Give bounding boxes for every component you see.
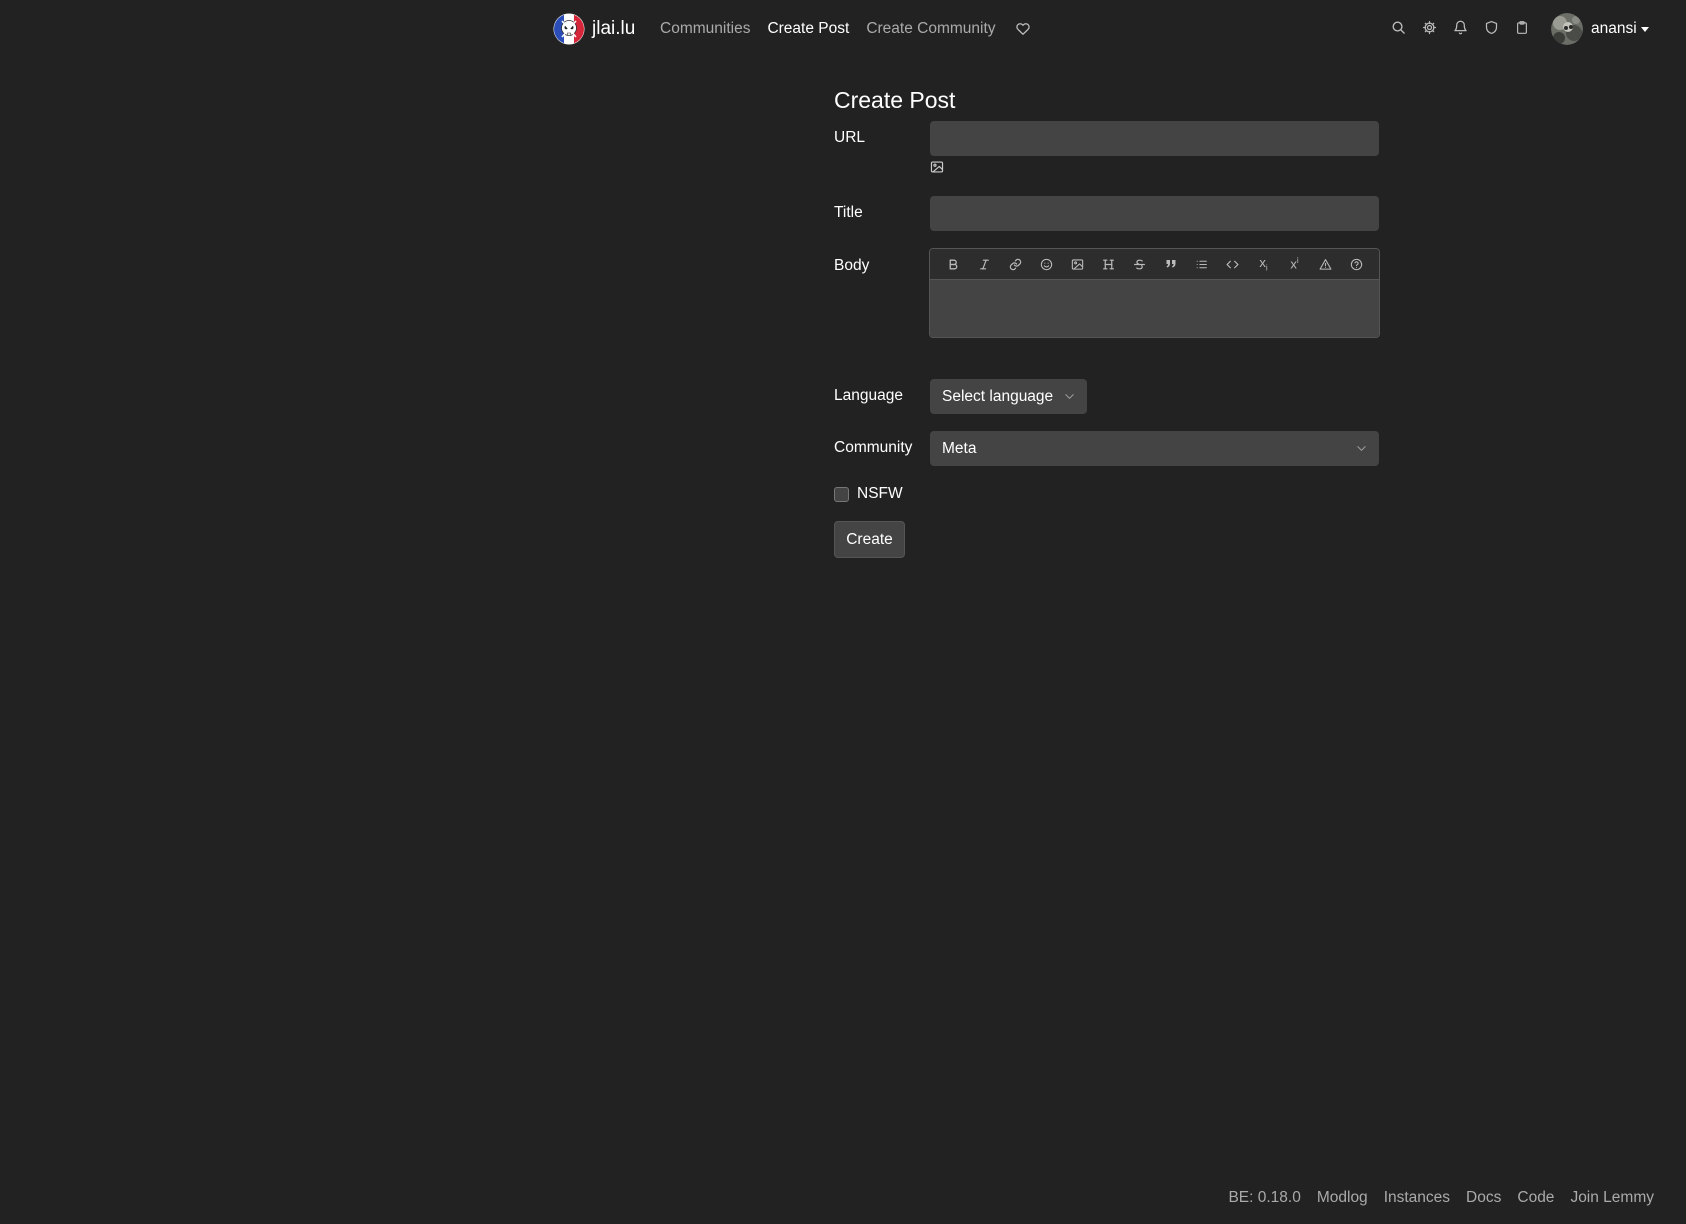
list-icon xyxy=(1196,260,1207,268)
user-menu-dropdown[interactable]: anansi xyxy=(1551,13,1649,45)
subscript-icon: xi xyxy=(1259,255,1268,273)
heading-icon xyxy=(1103,259,1114,269)
chevron-down-icon xyxy=(1065,394,1074,399)
code-button[interactable] xyxy=(1217,249,1248,280)
link-button[interactable] xyxy=(1000,249,1031,280)
clipboard-icon xyxy=(1517,20,1527,34)
emoji-button[interactable] xyxy=(1031,249,1062,280)
site-brand-link[interactable]: jlai.lu xyxy=(553,13,635,45)
backend-version: BE: 0.18.0 xyxy=(1228,1189,1301,1206)
markdown-editor: xi xi xyxy=(929,248,1380,338)
nav-create-post-link[interactable]: Create Post xyxy=(767,18,849,40)
footer-instances-link[interactable]: Instances xyxy=(1384,1187,1450,1209)
superscript-icon: xi xyxy=(1290,256,1299,272)
main-nav: Communities Create Post Create Community xyxy=(660,18,1033,40)
site-logo-icon xyxy=(553,13,585,45)
title-label: Title xyxy=(834,204,863,221)
image-icon xyxy=(930,161,944,173)
moderation-button[interactable] xyxy=(1481,16,1501,38)
strikethrough-icon xyxy=(1134,259,1145,269)
language-select[interactable]: Select language xyxy=(930,379,1087,414)
site-name: jlai.lu xyxy=(592,18,636,39)
footer-code-link[interactable]: Code xyxy=(1517,1187,1554,1209)
image-upload-button[interactable] xyxy=(930,160,944,174)
title-input[interactable] xyxy=(930,196,1379,231)
editor-toolbar: xi xi xyxy=(930,249,1379,280)
bold-button[interactable] xyxy=(938,249,969,280)
footer: BE: 0.18.0 Modlog Instances Docs Code Jo… xyxy=(1212,1187,1654,1209)
link-icon xyxy=(1009,258,1022,270)
nsfw-label: NSFW xyxy=(857,485,903,502)
quote-icon xyxy=(1166,260,1175,268)
quote-button[interactable] xyxy=(1155,249,1186,280)
spoiler-button[interactable] xyxy=(1310,249,1341,280)
donate-button[interactable] xyxy=(1013,18,1033,40)
footer-docs-link[interactable]: Docs xyxy=(1466,1187,1501,1209)
search-button[interactable] xyxy=(1388,16,1408,38)
bell-icon xyxy=(1453,20,1467,34)
help-circle-icon xyxy=(1350,258,1363,270)
smiley-icon xyxy=(1040,258,1053,270)
superscript-button[interactable]: xi xyxy=(1279,249,1310,280)
navbar: jlai.lu Communities Create Post Create C… xyxy=(0,0,1686,60)
chevron-down-icon xyxy=(1357,446,1366,451)
help-button[interactable] xyxy=(1341,249,1372,280)
nav-communities-link[interactable]: Communities xyxy=(660,18,750,40)
footer-join-lemmy-link[interactable]: Join Lemmy xyxy=(1570,1187,1654,1209)
create-button[interactable]: Create xyxy=(834,521,905,558)
language-select-value: Select language xyxy=(942,387,1054,405)
language-label: Language xyxy=(834,387,903,404)
warning-triangle-icon xyxy=(1319,258,1332,270)
footer-modlog-link[interactable]: Modlog xyxy=(1317,1187,1368,1209)
search-icon xyxy=(1392,21,1405,34)
navbar-tools xyxy=(1388,16,1543,38)
avatar xyxy=(1551,13,1583,45)
community-select[interactable]: Meta xyxy=(930,431,1379,466)
nsfw-row: NSFW xyxy=(834,484,903,504)
username: anansi xyxy=(1591,20,1637,37)
image-icon xyxy=(1071,258,1084,270)
list-button[interactable] xyxy=(1186,249,1217,280)
notifications-button[interactable] xyxy=(1450,16,1470,38)
url-label: URL xyxy=(834,129,866,146)
nsfw-checkbox[interactable] xyxy=(834,486,849,502)
code-icon xyxy=(1226,260,1239,268)
upload-image-button[interactable] xyxy=(1062,249,1093,280)
italic-icon xyxy=(980,259,989,269)
caret-down-icon xyxy=(1640,26,1649,32)
shield-icon xyxy=(1485,20,1497,34)
gear-icon xyxy=(1422,20,1436,34)
page-title: Create Post xyxy=(834,87,956,113)
url-input[interactable] xyxy=(930,121,1379,156)
body-label: Body xyxy=(834,257,870,274)
bold-icon xyxy=(949,259,958,269)
heart-icon xyxy=(1015,23,1030,35)
body-textarea[interactable] xyxy=(930,280,1379,337)
community-select-value: Meta xyxy=(942,439,977,457)
strikethrough-button[interactable] xyxy=(1124,249,1155,280)
community-label: Community xyxy=(834,439,913,456)
header-button[interactable] xyxy=(1093,249,1124,280)
italic-button[interactable] xyxy=(969,249,1000,280)
settings-button[interactable] xyxy=(1419,16,1439,38)
subscript-button[interactable]: xi xyxy=(1248,249,1279,280)
reports-button[interactable] xyxy=(1512,16,1532,38)
nav-create-community-link[interactable]: Create Community xyxy=(866,18,995,40)
